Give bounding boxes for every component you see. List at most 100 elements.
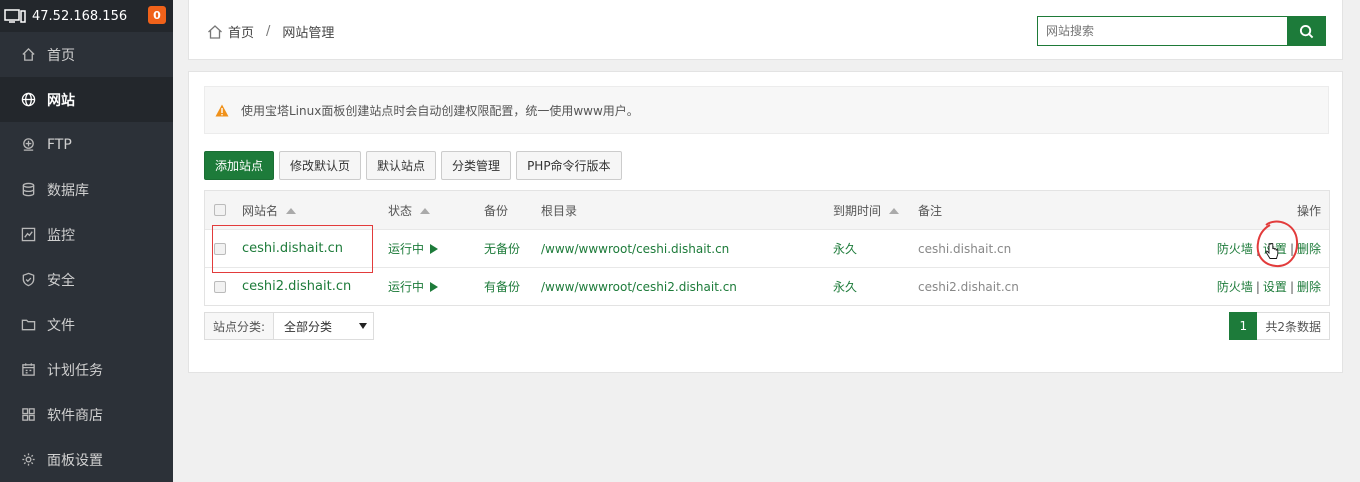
sidebar-item-home[interactable]: 首页 [0,32,173,77]
select-all-checkbox[interactable] [214,204,226,216]
server-ip: 47.52.168.156 [32,8,128,24]
settings-link[interactable]: 设置 [1263,280,1287,294]
sidebar-item-files[interactable]: 文件 [0,302,173,347]
note-value[interactable]: ceshi.dishait.cn [918,242,1011,256]
header-status-label: 状态 [388,203,413,218]
sidebar: 47.52.168.156 0 首页 网站 FTP 数据库 监控 安全 文件 计… [0,0,173,482]
sidebar-item-cron[interactable]: 计划任务 [0,347,173,392]
sidebar-item-ftp[interactable]: FTP [0,122,173,167]
header-name-label: 网站名 [242,203,279,218]
add-site-button[interactable]: 添加站点 [204,151,275,180]
sidebar-item-security[interactable]: 安全 [0,257,173,302]
breadcrumb: 首页 / 网站管理 [207,22,334,41]
breadcrumb-current: 网站管理 [282,26,335,41]
sidebar-item-label: 网站 [47,92,75,109]
sidebar-item-label: 软件商店 [47,407,103,424]
sidebar-item-label: 文件 [47,317,75,334]
header-backup: 备份 [484,203,509,218]
globe-icon [20,92,36,108]
gear-icon [20,452,36,468]
action-separator: | [1255,280,1260,294]
header-note: 备注 [918,203,943,218]
header-root: 根目录 [541,203,578,218]
table-header: 网站名 状态 备份 根目录 到期时间 备注 操作 [205,191,1329,229]
root-dir-link[interactable]: /www/wwwroot/ceshi.dishait.cn [541,242,729,256]
sidebar-item-monitor[interactable]: 监控 [0,212,173,257]
site-name-link[interactable]: ceshi.dishait.cn [242,241,343,256]
header-name[interactable]: 网站名 [242,202,297,219]
caret-down-icon [359,323,368,329]
sort-asc-icon [286,207,297,214]
site-status-label: 运行中 [388,242,425,256]
breadcrumb-separator: / [266,24,271,39]
sidebar-item-label: 计划任务 [47,362,103,379]
category-select[interactable]: 全部分类 [274,313,374,339]
ftp-icon [20,137,36,153]
sort-asc-icon [420,207,431,214]
header-status[interactable]: 状态 [388,202,431,219]
monitor-chart-icon [20,227,36,243]
database-icon [20,182,36,198]
site-table: 网站名 状态 备份 根目录 到期时间 备注 操作 ceshi.dishait.c… [204,190,1330,306]
play-icon [430,282,439,292]
site-status[interactable]: 运行中 [388,278,439,295]
delete-link[interactable]: 删除 [1297,242,1321,256]
search-button[interactable] [1287,17,1325,45]
breadcrumb-home[interactable]: 首页 [228,22,254,41]
category-select-value: 全部分类 [284,319,333,334]
firewall-link[interactable]: 防火墙 [1217,280,1253,294]
top-bar: 首页 / 网站管理 [188,0,1343,60]
action-separator: | [1255,242,1260,256]
firewall-link[interactable]: 防火墙 [1217,242,1253,256]
row-actions: 防火墙 | 设置 | 删除 [1217,278,1321,295]
category-manage-button[interactable]: 分类管理 [441,151,512,180]
expire-value[interactable]: 永久 [833,278,857,295]
root-dir-link[interactable]: /www/wwwroot/ceshi2.dishait.cn [541,280,737,294]
sidebar-item-label: 安全 [47,272,75,289]
category-filter: 站点分类: 全部分类 [204,312,375,340]
sidebar-item-settings[interactable]: 面板设置 [0,437,173,482]
settings-link[interactable]: 设置 [1263,242,1287,256]
sidebar-item-label: 监控 [47,227,75,244]
backup-link[interactable]: 有备份 [484,278,520,295]
php-cli-version-button[interactable]: PHP命令行版本 [516,151,622,180]
delete-link[interactable]: 删除 [1297,280,1321,294]
search-input[interactable] [1038,17,1287,45]
header-expire[interactable]: 到期时间 [833,202,900,219]
sidebar-item-label: 首页 [47,47,75,64]
sidebar-item-website[interactable]: 网站 [0,77,173,122]
site-search [1037,16,1326,46]
action-separator: | [1289,242,1294,256]
category-label: 站点分类: [205,313,275,339]
home-icon [20,47,36,63]
sidebar-item-database[interactable]: 数据库 [0,167,173,212]
sidebar-item-store[interactable]: 软件商店 [0,392,173,437]
table-row: ceshi.dishait.cn 运行中 无备份 /www/wwwroot/ce… [205,229,1329,267]
sidebar-item-label: 面板设置 [47,452,103,469]
default-site-button[interactable]: 默认站点 [366,151,437,180]
page-total: 共2条数据 [1257,312,1330,340]
monitor-icon [4,9,26,23]
grid-icon [20,407,36,423]
row-actions: 防火墙 | 设置 | 删除 [1217,240,1321,257]
row-checkbox[interactable] [214,242,226,255]
shield-icon [20,272,36,288]
page-current[interactable]: 1 [1229,312,1258,340]
site-name-link[interactable]: ceshi2.dishait.cn [242,279,351,294]
sort-asc-icon [889,207,900,214]
notification-badge[interactable]: 0 [148,6,166,24]
site-status[interactable]: 运行中 [388,240,439,257]
calendar-icon [20,362,36,378]
expire-value[interactable]: 永久 [833,240,857,257]
edit-default-page-button[interactable]: 修改默认页 [279,151,362,180]
sidebar-item-label: 数据库 [47,182,89,199]
folder-icon [20,317,36,333]
note-value[interactable]: ceshi2.dishait.cn [918,280,1019,294]
toolbar: 添加站点 修改默认页 默认站点 分类管理 PHP命令行版本 [204,151,622,180]
home-icon[interactable] [207,24,223,40]
alert-text: 使用宝塔Linux面板创建站点时会自动创建权限配置，统一使用www用户。 [241,103,639,118]
backup-link[interactable]: 无备份 [484,240,520,257]
main-panel: 使用宝塔Linux面板创建站点时会自动创建权限配置，统一使用www用户。 添加站… [188,71,1343,373]
row-checkbox[interactable] [214,280,226,293]
table-row: ceshi2.dishait.cn 运行中 有备份 /www/wwwroot/c… [205,267,1329,305]
